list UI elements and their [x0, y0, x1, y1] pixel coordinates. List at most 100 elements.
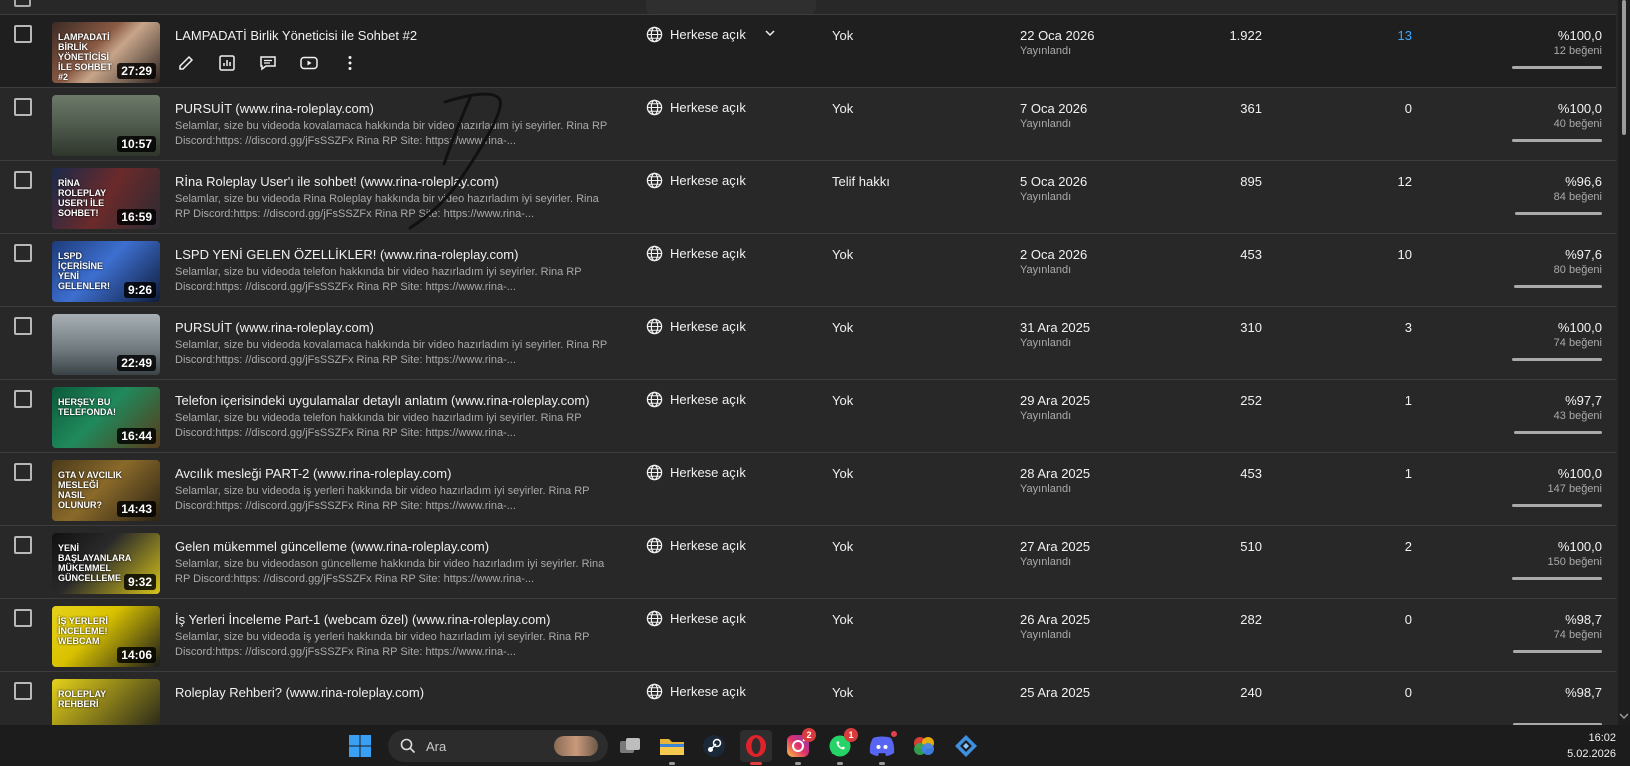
youtube-play-icon[interactable] [298, 52, 320, 74]
vertical-scrollbar[interactable] [1618, 0, 1630, 725]
whatsapp-icon[interactable]: 1 [824, 728, 858, 765]
video-row[interactable]: LSPD İÇERİSİNE YENİ GELENLER! 9:26 LSPD … [0, 234, 1616, 307]
likes-percent: %97,6 [1565, 247, 1602, 262]
video-description: Selamlar, size bu videoda kovalamaca hak… [175, 339, 608, 366]
visibility-dropdown[interactable]: Herkese açık [646, 26, 777, 43]
row-checkbox[interactable] [14, 609, 32, 627]
visibility-dropdown[interactable]: Herkese açık [646, 464, 746, 481]
visibility-dropdown[interactable]: Herkese açık [646, 610, 746, 627]
views-count: 453 [1240, 466, 1262, 481]
video-row[interactable]: HERŞEY BU TELEFONDA! 16:44 Telefon içeri… [0, 380, 1616, 453]
video-title[interactable]: LSPD YENİ GELEN ÖZELLİKLER! (www.rina-ro… [175, 247, 518, 262]
steam-icon[interactable] [698, 730, 730, 762]
video-thumbnail[interactable]: 10:57 [52, 95, 160, 156]
chrome-icon[interactable] [908, 730, 940, 762]
video-thumbnail[interactable]: ROLEPLAY REHBERİ [52, 679, 160, 725]
video-row[interactable]: RİNA ROLEPLAY USER'I İLE SOHBET! 16:59 R… [0, 161, 1616, 234]
video-title[interactable]: LAMPADATİ Birlik Yöneticisi ile Sohbet #… [175, 28, 417, 43]
likes-percent: %100,0 [1557, 320, 1602, 335]
thumbnail-caption: LSPD İÇERİSİNE YENİ GELENLER! [58, 251, 111, 291]
visibility-dropdown[interactable]: Herkese açık [646, 683, 746, 700]
video-row[interactable]: ROLEPLAY REHBERİ Roleplay Rehberi? (www.… [0, 672, 1616, 725]
video-thumbnail[interactable]: GTA V AVCILIK MESLEĞİ NASIL OLUNUR? 14:4… [52, 460, 160, 521]
comments-count[interactable]: 13 [1398, 28, 1412, 43]
row-checkbox[interactable] [14, 244, 32, 262]
comments-icon[interactable] [257, 52, 279, 74]
video-row[interactable]: İŞ YERLERİ İNCELEME! WEBCAM 14:06 İş Yer… [0, 599, 1616, 672]
app-icon[interactable] [950, 730, 982, 762]
publish-status: Yayınlandı [1020, 556, 1072, 568]
video-title[interactable]: PURSUİT (www.rina-roleplay.com) [175, 320, 374, 335]
video-title[interactable]: Roleplay Rehberi? (www.rina-roleplay.com… [175, 685, 424, 700]
row-checkbox[interactable] [14, 98, 32, 116]
video-thumbnail[interactable]: 22:49 [52, 314, 160, 375]
row-checkbox[interactable] [14, 682, 32, 700]
video-row[interactable]: 22:49 PURSUİT (www.rina-roleplay.com) Se… [0, 307, 1616, 380]
visibility-label: Herkese açık [670, 27, 746, 42]
visibility-dropdown[interactable]: Herkese açık [646, 99, 746, 116]
views-count: 361 [1240, 101, 1262, 116]
taskbar-search-box[interactable]: Ara [388, 730, 608, 762]
globe-icon [646, 318, 663, 335]
row-checkbox[interactable] [14, 171, 32, 189]
row-checkbox[interactable] [14, 25, 32, 43]
row-checkbox[interactable] [14, 536, 32, 554]
video-title[interactable]: Rİna Roleplay User'ı ile sohbet! (www.ri… [175, 174, 499, 189]
comments-count: 1 [1404, 466, 1412, 481]
windows-start-icon[interactable] [344, 730, 376, 762]
visibility-label: Herkese açık [670, 392, 746, 407]
restrictions-value: Yok [832, 466, 854, 481]
thumbnail-caption: RİNA ROLEPLAY USER'I İLE SOHBET! [58, 178, 107, 218]
likes-percent: %98,7 [1565, 612, 1602, 627]
video-title[interactable]: Gelen mükemmel güncelleme (www.rina-role… [175, 539, 489, 554]
video-title[interactable]: İş Yerleri İnceleme Part-1 (webcam özel)… [175, 612, 550, 627]
scrollbar-thumb[interactable] [1622, 0, 1626, 135]
task-view-icon[interactable] [614, 730, 646, 762]
video-thumbnail[interactable]: LSPD İÇERİSİNE YENİ GELENLER! 9:26 [52, 241, 160, 302]
chevron-down-icon[interactable] [753, 26, 777, 43]
visibility-dropdown[interactable]: Herkese açık [646, 172, 746, 189]
video-title[interactable]: Telefon içerisindeki uygulamalar detaylı… [175, 393, 589, 408]
visibility-dropdown[interactable]: Herkese açık [646, 318, 746, 335]
running-indicator [795, 762, 801, 765]
visibility-dropdown[interactable]: Herkese açık [646, 245, 746, 262]
analytics-icon[interactable] [216, 52, 238, 74]
video-row[interactable]: LAMPADATİ BİRLİK YÖNETİCİSİ İLE SOHBET #… [0, 15, 1616, 88]
active-indicator [750, 762, 762, 765]
thumbnail-caption: GTA V AVCILIK MESLEĞİ NASIL OLUNUR? [58, 470, 122, 510]
row-checkbox[interactable] [14, 317, 32, 335]
instagram-icon[interactable]: 2 [782, 728, 816, 765]
video-row[interactable]: YENİ BAŞLAYANLARA MÜKEMMEL GÜNCELLEME 9:… [0, 526, 1616, 599]
video-row[interactable]: GTA V AVCILIK MESLEĞİ NASIL OLUNUR? 14:4… [0, 453, 1616, 526]
video-title[interactable]: PURSUİT (www.rina-roleplay.com) [175, 101, 374, 116]
video-thumbnail[interactable]: RİNA ROLEPLAY USER'I İLE SOHBET! 16:59 [52, 168, 160, 229]
video-thumbnail[interactable]: YENİ BAŞLAYANLARA MÜKEMMEL GÜNCELLEME 9:… [52, 533, 160, 594]
file-explorer-icon[interactable] [656, 730, 688, 765]
comments-count: 1 [1404, 393, 1412, 408]
row-checkbox[interactable] [14, 463, 32, 481]
visibility-dropdown[interactable]: Herkese açık [646, 391, 746, 408]
video-thumbnail[interactable]: LAMPADATİ BİRLİK YÖNETİCİSİ İLE SOHBET #… [52, 22, 160, 83]
publish-date: 31 Ara 2025 [1020, 320, 1091, 335]
comments-count: 12 [1397, 174, 1412, 189]
pencil-icon[interactable] [175, 52, 197, 74]
views-count: 510 [1240, 539, 1262, 554]
video-description: Selamlar, size bu videoda telefon hakkın… [175, 266, 582, 293]
system-clock[interactable]: 16:02 5.02.2026 [1567, 730, 1616, 762]
publish-date: 26 Ara 2025 [1020, 612, 1091, 627]
discord-icon[interactable] [866, 729, 899, 765]
video-title[interactable]: Avcılık mesleği PART-2 (www.rina-rolepla… [175, 466, 451, 481]
video-row[interactable]: 10:57 PURSUİT (www.rina-roleplay.com) Se… [0, 88, 1616, 161]
video-description: Selamlar, size bu videodason güncelleme … [175, 558, 605, 585]
header-pill [646, 0, 816, 14]
opera-icon[interactable] [740, 730, 772, 765]
select-all-checkbox[interactable] [14, 0, 31, 7]
visibility-dropdown[interactable]: Herkese açık [646, 537, 746, 554]
video-thumbnail[interactable]: HERŞEY BU TELEFONDA! 16:44 [52, 387, 160, 448]
visibility-label: Herkese açık [670, 173, 746, 188]
row-checkbox[interactable] [14, 390, 32, 408]
scroll-down-arrow-icon[interactable] [1619, 712, 1629, 720]
video-thumbnail[interactable]: İŞ YERLERİ İNCELEME! WEBCAM 14:06 [52, 606, 160, 667]
thumbnail-caption: LAMPADATİ BİRLİK YÖNETİCİSİ İLE SOHBET #… [58, 32, 113, 82]
more-vert-icon[interactable] [339, 52, 361, 74]
